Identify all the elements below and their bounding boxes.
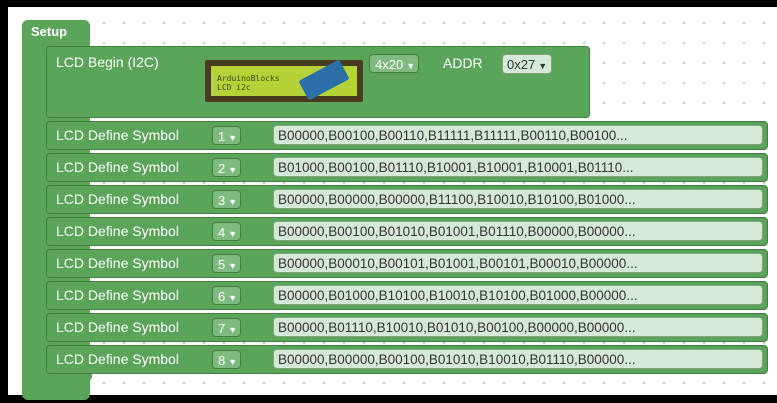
symbol-index-dropdown[interactable]: 1 ▼ — [212, 126, 242, 145]
symbol-index-dropdown[interactable]: 8 ▼ — [212, 350, 242, 369]
define-symbol-label: LCD Define Symbol — [56, 255, 179, 271]
symbol-bytes-field[interactable]: B00000,B00000,B00000,B11100,B10010,B1010… — [273, 189, 763, 209]
addr-dropdown[interactable]: 0x27 ▼ — [502, 54, 553, 74]
chevron-down-icon: ▼ — [228, 229, 238, 239]
lcd-define-symbol-block[interactable]: LCD Define Symbol 7 ▼ B00000,B01110,B10010,… — [46, 313, 768, 342]
lcd-define-symbol-block[interactable]: LCD Define Symbol 4 ▼ B00000,B00100,B01010,… — [46, 217, 768, 246]
symbol-index-value: 6 — [218, 289, 226, 304]
setup-label: Setup — [31, 24, 68, 39]
symbol-index-dropdown[interactable]: 6 ▼ — [212, 286, 242, 305]
addr-value: 0x27 — [507, 57, 536, 72]
symbol-index-dropdown[interactable]: 2 ▼ — [212, 158, 242, 177]
lcd-size-dropdown[interactable]: 4x20 ▼ — [369, 54, 420, 73]
define-symbol-label: LCD Define Symbol — [56, 351, 179, 367]
symbol-index-dropdown[interactable]: 5 ▼ — [212, 254, 242, 273]
lcd-module-image: ArduinoBlocks LCD i2c — [205, 59, 363, 102]
symbol-index-value: 5 — [218, 257, 226, 272]
define-symbol-label: LCD Define Symbol — [56, 287, 179, 303]
chevron-down-icon: ▼ — [538, 61, 548, 71]
symbol-bytes-field[interactable]: B00000,B00100,B00110,B11111,B11111,B0011… — [273, 125, 763, 145]
chevron-down-icon: ▼ — [406, 61, 416, 71]
define-symbol-label: LCD Define Symbol — [56, 127, 179, 143]
symbol-bytes-field[interactable]: B00000,B01000,B10100,B10010,B10100,B0100… — [273, 285, 763, 305]
symbol-bytes-field[interactable]: B00000,B01110,B10010,B01010,B00100,B0000… — [273, 317, 763, 337]
symbol-index-value: 4 — [218, 225, 226, 240]
chevron-down-icon: ▼ — [228, 261, 238, 271]
symbol-bytes-field[interactable]: B00000,B00100,B01010,B01001,B01110,B0000… — [273, 221, 763, 241]
chevron-down-icon: ▼ — [228, 325, 238, 335]
lcd-begin-label: LCD Begin (I2C) — [56, 54, 159, 70]
chevron-down-icon: ▼ — [228, 357, 238, 367]
chevron-down-icon: ▼ — [228, 293, 238, 303]
lcd-begin-block[interactable]: LCD Begin (I2C) ArduinoBlocks LCD i2c 4x… — [46, 46, 590, 118]
symbol-index-value: 7 — [218, 321, 226, 336]
define-symbol-label: LCD Define Symbol — [56, 223, 179, 239]
define-symbol-label: LCD Define Symbol — [56, 319, 179, 335]
lcd-define-symbol-block[interactable]: LCD Define Symbol 5 ▼ B00000,B00010,B00101,… — [46, 249, 768, 278]
define-symbol-label: LCD Define Symbol — [56, 159, 179, 175]
symbol-index-value: 2 — [218, 161, 226, 176]
chevron-down-icon: ▼ — [228, 133, 238, 143]
lcd-define-symbol-block[interactable]: LCD Define Symbol 6 ▼ B00000,B01000,B10100,… — [46, 281, 768, 310]
symbol-index-dropdown[interactable]: 4 ▼ — [212, 222, 242, 241]
lcd-define-symbol-block[interactable]: LCD Define Symbol 2 ▼ B01000,B00100,B01110,… — [46, 153, 768, 182]
define-symbol-label: LCD Define Symbol — [56, 191, 179, 207]
symbol-bytes-field[interactable]: B01000,B00100,B01110,B10001,B10001,B1000… — [273, 157, 763, 177]
symbol-index-value: 1 — [218, 129, 226, 144]
chevron-down-icon: ▼ — [228, 197, 238, 207]
symbol-bytes-field[interactable]: B00000,B00010,B00101,B01001,B00101,B0001… — [273, 253, 763, 273]
lcd-define-symbol-block[interactable]: LCD Define Symbol 3 ▼ B00000,B00000,B00000,… — [46, 185, 768, 214]
symbol-index-dropdown[interactable]: 3 ▼ — [212, 190, 242, 209]
lcd-size-value: 4x20 — [375, 57, 404, 72]
symbol-bytes-field[interactable]: B00000,B00000,B00100,B01010,B10010,B0111… — [273, 349, 763, 369]
symbol-index-value: 3 — [218, 193, 226, 208]
addr-label: ADDR — [443, 55, 483, 71]
symbol-index-dropdown[interactable]: 7 ▼ — [212, 318, 242, 337]
chevron-down-icon: ▼ — [228, 165, 238, 175]
lcd-define-symbol-block[interactable]: LCD Define Symbol 1 ▼ B00000,B00100,B00110,… — [46, 121, 768, 150]
lcd-define-symbol-block[interactable]: LCD Define Symbol 8 ▼ B00000,B00000,B00100,… — [46, 345, 768, 374]
symbol-index-value: 8 — [218, 353, 226, 368]
